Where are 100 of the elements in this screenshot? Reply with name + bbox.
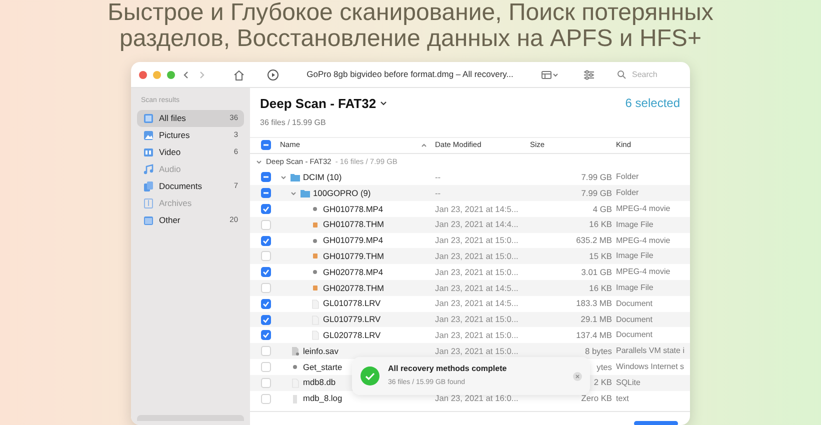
- size-cell: 16 KB: [589, 218, 612, 232]
- archive-icon: [143, 198, 154, 208]
- image-icon: [310, 251, 320, 262]
- size-cell: 137.4 MB: [576, 329, 612, 342]
- kind-cell-text: Image File: [616, 282, 654, 294]
- file-name: GH010779.MP4: [323, 234, 384, 247]
- kind-cell-text: Windows Internet s: [616, 360, 686, 373]
- size-cell: 8 bytes: [584, 344, 612, 358]
- size-cell: 7.99 GB: [581, 171, 612, 184]
- chevron-down-icon[interactable]: [380, 101, 388, 106]
- checkbox[interactable]: [261, 172, 271, 182]
- checkmark-icon: [262, 268, 270, 276]
- forward-icon[interactable]: [197, 70, 207, 80]
- date-cell-text: Jan 23, 2021 at 15:0...: [435, 266, 520, 278]
- file-name: GH010778.MP4: [323, 202, 384, 216]
- kind-cell-text: MPEG-4 movie: [616, 234, 672, 247]
- kind-cell-text: Document: [616, 298, 654, 310]
- size-cell: 2 KB: [594, 376, 612, 390]
- file-icon: [290, 346, 300, 356]
- kind-cell-text: Folder: [616, 187, 640, 200]
- size-cell: 4 GB: [592, 202, 612, 216]
- check-circle-icon: [360, 366, 380, 386]
- file-name: Get_starte: [303, 360, 342, 374]
- play-icon[interactable]: [267, 68, 279, 80]
- date-cell-text: Jan 23, 2021 at 15:0...: [435, 313, 520, 326]
- view-icon[interactable]: [541, 70, 559, 80]
- kind-cell-text: Image File: [616, 218, 654, 231]
- document-icon: [310, 330, 320, 340]
- date-cell-text: Jan 23, 2021 at 14:5...: [435, 297, 520, 310]
- checkbox[interactable]: [261, 236, 271, 246]
- settings-icon[interactable]: [583, 70, 595, 80]
- size-cell: 183.3 MB: [576, 297, 612, 310]
- size-cell: ytes: [596, 360, 612, 374]
- date-cell-text: Jan 23, 2021 at 15:0...: [435, 329, 520, 342]
- kind-cell-text: text: [616, 392, 630, 405]
- file-name: mdb8.db: [303, 376, 336, 390]
- document-icon: [310, 298, 320, 309]
- kind-cell-text: Document: [616, 329, 654, 342]
- selection-count: 6 selected: [625, 95, 680, 112]
- date-cell-text: Jan 23, 2021 at 16:0...: [435, 392, 520, 405]
- date-cell-text: Jan 23, 2021 at 15:0...: [435, 250, 520, 263]
- date-cell-text: --: [435, 171, 442, 184]
- window-title: GoPro 8gb bigvideo before format.dmg – All recovery...: [306, 68, 514, 81]
- film-icon: [143, 146, 154, 158]
- file-name: GH010779.THM: [323, 250, 384, 263]
- file-name: GH010778.THM: [323, 218, 384, 232]
- headline: разделов, Восстановление данных на APFS и HFS+: [118, 26, 702, 52]
- kind-cell-text: Image File: [616, 250, 654, 262]
- size-cell: 15 KB: [589, 250, 612, 263]
- size-cell: 3.01 GB: [581, 266, 612, 278]
- image-icon: [310, 220, 320, 230]
- checkbox[interactable]: [261, 314, 271, 325]
- file-icon: [290, 394, 300, 404]
- kind-cell-text: MPEG-4 movie: [616, 202, 672, 215]
- back-icon[interactable]: [181, 70, 191, 80]
- checkbox[interactable]: [261, 267, 271, 278]
- date-cell-text: Jan 23, 2021 at 15:0...: [435, 344, 520, 358]
- headline: Быстрое и Глубокое сканирование, Поиск потерянных: [106, 0, 714, 26]
- file-name: GL010779.LRV: [323, 313, 381, 326]
- file-name: GH020778.MP4: [323, 266, 384, 278]
- music-note-icon: [143, 164, 154, 174]
- picture-icon: [143, 130, 154, 140]
- checkbox[interactable]: [261, 298, 271, 309]
- size-cell: Zero KB: [581, 392, 612, 405]
- file-name: leinfo.sav: [303, 344, 338, 358]
- date-cell-text: Jan 23, 2021 at 14:5...: [435, 202, 520, 216]
- file-name: GL010778.LRV: [323, 297, 381, 310]
- file-name: mdb_8.log: [303, 392, 342, 405]
- kind-cell-text: SQLite: [616, 376, 642, 389]
- file-name: GH020778.THM: [323, 282, 384, 294]
- size-cell: 29.1 MB: [580, 313, 612, 326]
- kind-cell-text: MPEG-4 movie: [616, 266, 672, 278]
- date-cell-text: Jan 23, 2021 at 15:0...: [435, 234, 520, 247]
- size-cell: 7.99 GB: [581, 186, 612, 200]
- search-icon[interactable]: [617, 70, 626, 79]
- scan-summary: 36 files / 15.99 GB: [260, 116, 327, 128]
- file-name: GL020778.LRV: [323, 329, 381, 342]
- search-field[interactable]: Search: [632, 68, 682, 80]
- home-icon[interactable]: [233, 68, 245, 80]
- file-name: 100GOPRO (9): [313, 186, 371, 200]
- checkbox[interactable]: [261, 204, 271, 214]
- date-cell-text: Jan 23, 2021 at 14:5...: [435, 282, 520, 294]
- kind-cell-text: Parallels VM state i: [616, 345, 686, 358]
- checkbox[interactable]: [261, 140, 271, 150]
- kind-cell-text: Folder: [616, 171, 640, 184]
- kind-cell-text: Document: [616, 314, 654, 326]
- image-icon: [310, 282, 320, 293]
- checkmark-icon: [262, 236, 270, 245]
- checkmark-icon: [262, 204, 270, 213]
- size-cell: 635.2 MB: [576, 234, 612, 247]
- checkbox[interactable]: [261, 188, 271, 198]
- toast-title: All recovery methods complete: [388, 363, 507, 376]
- scan-title: Deep Scan - FAT32: [260, 95, 376, 113]
- date-cell-text: Jan 23, 2021 at 14:4...: [435, 218, 520, 232]
- size-cell: 16 KB: [589, 282, 612, 294]
- documents-icon: [143, 180, 154, 192]
- date-cell-text: --: [435, 186, 442, 200]
- checkbox[interactable]: [261, 330, 271, 340]
- close-icon[interactable]: [573, 372, 582, 380]
- file-name: DCIM (10): [303, 171, 342, 184]
